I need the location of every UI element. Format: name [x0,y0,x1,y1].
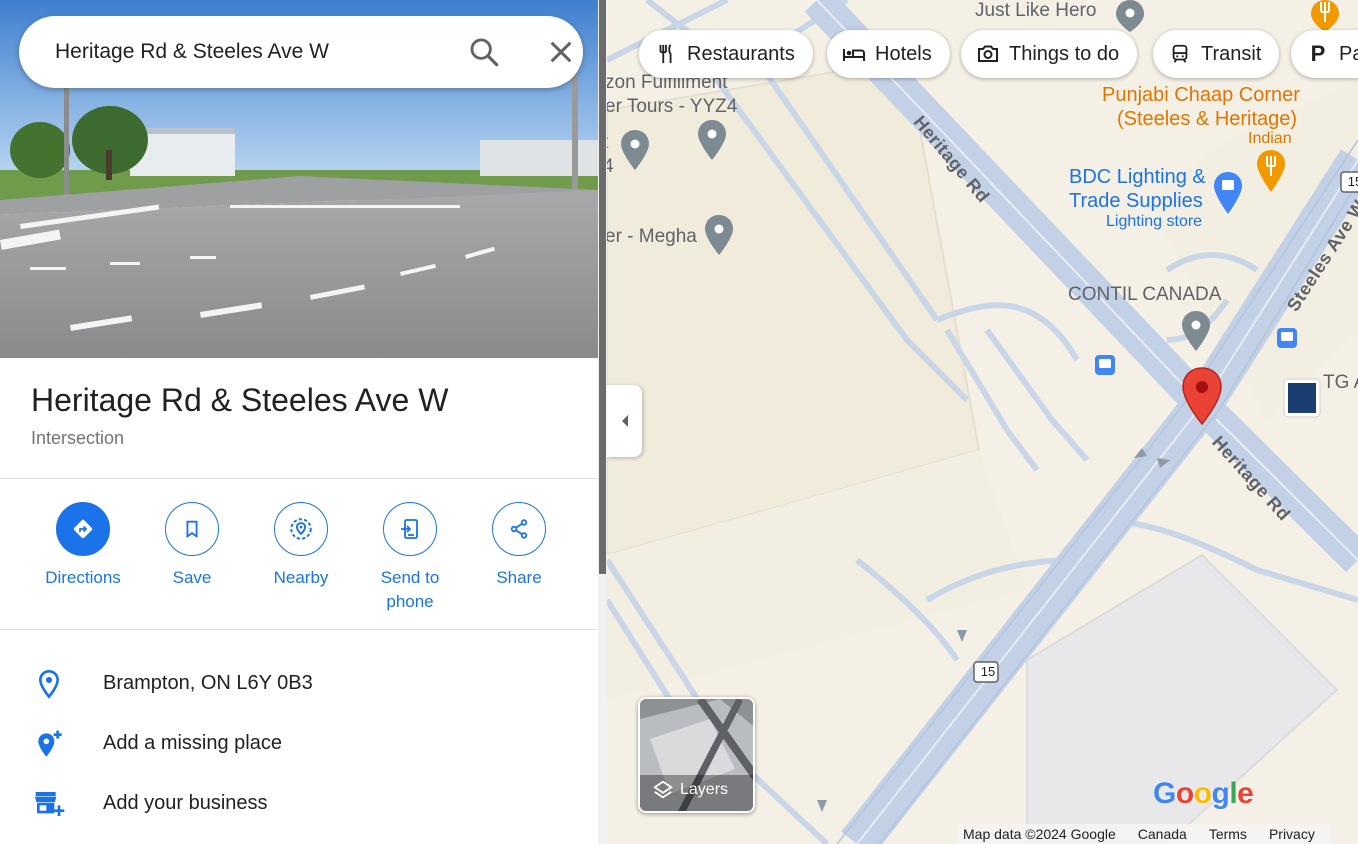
place-panel: Heritage Rd & Steeles Ave W Intersection… [0,0,598,844]
poi-amazon-fragment-2[interactable]: 4 [607,156,614,178]
parking-icon: P [1310,41,1326,66]
share-button[interactable]: Share [464,502,574,590]
chip-restaurants[interactable]: Restaurants [639,30,813,78]
poi-bdc-category: Lighting store [1106,213,1203,230]
scrollbar-thumb[interactable] [599,0,606,574]
chip-restaurants-label: Restaurants [687,42,795,65]
poi-punjabi-line2[interactable]: (Steeles & Heritage) [1117,107,1297,131]
place-title: Heritage Rd & Steeles Ave W [31,382,449,418]
chip-parking-label: Pa [1339,42,1358,65]
address-text: Brampton, ON L6Y 0B3 [103,672,313,694]
location-pin-icon [38,669,60,699]
search-icon [470,38,499,67]
send-to-phone-button[interactable]: Send to phone [355,502,465,614]
map-canvas[interactable]: Just Like Hero zon Fulfillment er Tours … [607,0,1358,844]
send-to-phone-label: Send to phone [355,566,465,614]
divider [0,629,598,630]
nearby-icon [290,518,312,540]
transit-icon [1172,44,1188,63]
chevron-left-icon [621,415,628,427]
region-link[interactable]: Canada [1138,826,1187,842]
directions-icon [73,519,93,539]
add-missing-place-row[interactable]: Add a missing place [0,714,598,774]
restaurant-icon [659,44,672,64]
chip-hotels-label: Hotels [875,42,932,65]
poi-punjabi-line1[interactable]: Punjabi Chaap Corner [1102,83,1300,107]
add-business-text: Add your business [103,792,268,814]
share-icon [510,519,528,539]
send-to-phone-label-line2: phone [386,592,434,611]
google-logo: Google [1153,777,1254,810]
search-input[interactable] [55,37,435,67]
add-location-icon [38,730,62,757]
send-to-phone-icon [401,519,418,539]
route-15-shield: 15 [980,664,996,679]
camera-icon [978,45,998,62]
collapse-panel-button[interactable] [607,385,642,457]
directions-label: Directions [45,568,121,587]
poi-amazon-fragment[interactable]: t [607,132,608,154]
layers-button[interactable]: Layers [638,697,755,813]
poi-contil-canada[interactable]: CONTIL CANADA [1068,284,1221,306]
directions-button[interactable]: Directions [28,502,138,590]
panel-scrollbar[interactable] [598,0,607,844]
nearby-label: Nearby [273,568,329,587]
save-label: Save [172,568,212,587]
add-missing-place-text: Add a missing place [103,732,282,754]
chip-transit[interactable]: Transit [1153,30,1280,78]
terms-link[interactable]: Terms [1209,826,1247,842]
poi-punjabi-category: Indian [1248,130,1292,147]
add-business-icon [35,792,65,816]
add-business-row[interactable]: Add your business [0,774,598,834]
maps-app: Heritage Rd & Steeles Ave W Intersection… [0,0,1358,844]
nearby-button[interactable]: Nearby [246,502,356,590]
address-row[interactable]: Brampton, ON L6Y 0B3 [0,654,598,714]
search-box [19,16,583,88]
hotel-icon [843,49,865,61]
privacy-link[interactable]: Privacy [1269,826,1315,842]
divider [0,478,598,479]
save-button[interactable]: Save [137,502,247,590]
send-to-phone-label-line1: Send to [380,568,440,587]
chip-things-to-do[interactable]: Things to do [961,30,1138,78]
poi-bdc-line2[interactable]: Trade Supplies [1069,189,1203,213]
share-label: Share [496,568,542,587]
poi-megha[interactable]: er - Megha [607,226,697,248]
bookmark-icon [186,520,198,539]
poi-bdc-line1[interactable]: BDC Lighting & [1069,165,1206,189]
route-15-shield-2: 15 [1347,174,1358,189]
place-type: Intersection [31,428,125,448]
poi-amazon-line2[interactable]: er Tours - YYZ4 [607,96,737,118]
search-button[interactable] [467,35,501,69]
map-data-attribution[interactable]: Map data ©2024 Google [963,826,1116,842]
layers-label: Layers [680,781,729,798]
close-icon [550,41,572,63]
poi-just-like-hero[interactable]: Just Like Hero [975,0,1096,22]
chip-transit-label: Transit [1201,42,1262,65]
chip-parking[interactable]: P Pa [1291,30,1358,78]
clear-search-button[interactable] [545,36,577,68]
chip-things-to-do-label: Things to do [1009,42,1120,65]
map-footer: Map data ©2024 Google Canada Terms Priva… [957,824,1331,844]
chip-hotels[interactable]: Hotels [827,30,950,78]
layers-icon [653,780,673,799]
poi-tg[interactable]: TG A [1323,372,1358,394]
